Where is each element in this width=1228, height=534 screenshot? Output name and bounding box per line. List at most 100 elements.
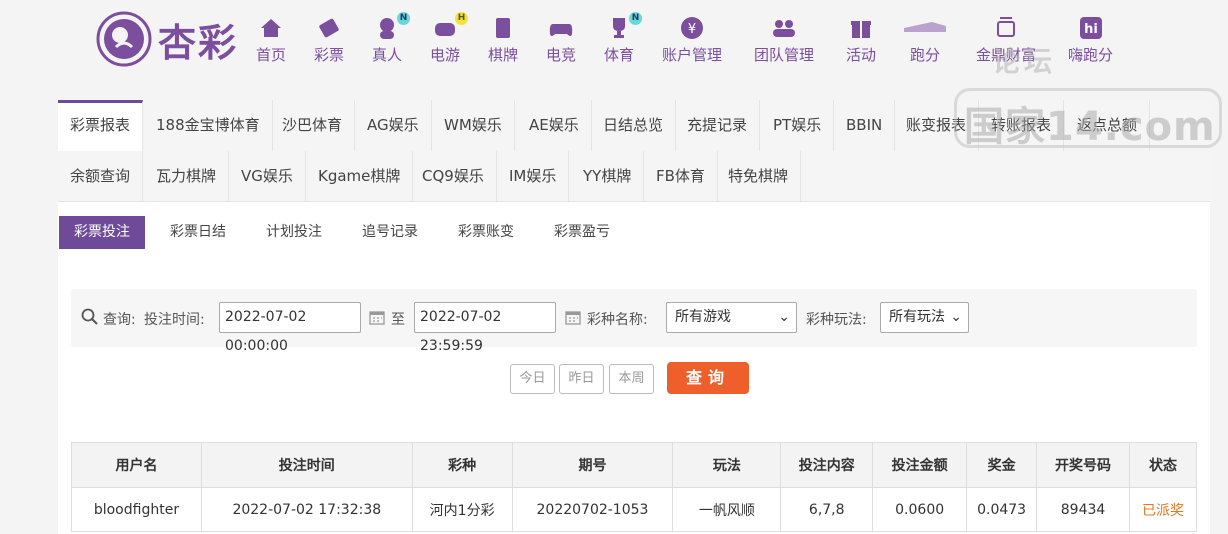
tab-im[interactable]: IM娱乐 — [497, 151, 570, 202]
play-type-label: 彩种玩法: — [806, 312, 867, 328]
nav-home[interactable]: 首页 — [256, 14, 286, 70]
nav-slots[interactable]: H 电游 — [430, 12, 468, 70]
cell-play: 一帆风顺 — [672, 487, 782, 532]
cell-bet-amount: 0.0600 — [872, 487, 968, 532]
table-header-row: 用户名 投注时间 彩种 期号 玩法 投注内容 投注金额 奖金 开奖号码 状态 — [71, 442, 1197, 488]
subtab-lottery-bets[interactable]: 彩票投注 — [59, 216, 145, 249]
col-bet-content: 投注内容 — [780, 442, 874, 488]
col-status: 状态 — [1129, 442, 1197, 488]
tab-188-sports[interactable]: 188金宝博体育 — [144, 100, 273, 151]
this-week-button[interactable]: 本周 — [609, 364, 654, 394]
cell-draw-number: 89434 — [1036, 487, 1130, 532]
new-badge: N — [629, 12, 642, 25]
tab-pt[interactable]: PT娱乐 — [761, 100, 835, 151]
nav-hipao[interactable]: hi 嗨跑分 — [1068, 14, 1113, 70]
tab-balance-query[interactable]: 余额查询 — [58, 151, 144, 202]
tab-daily-overview[interactable]: 日结总览 — [591, 100, 677, 151]
cell-status: 已派奖 — [1129, 487, 1197, 532]
cell-issue: 20220702-1053 — [511, 487, 674, 532]
svg-text:¥: ¥ — [688, 22, 696, 37]
cards-icon — [496, 18, 510, 38]
race-icon — [904, 22, 946, 32]
tab-bbin[interactable]: BBIN — [834, 100, 896, 151]
search-icon — [81, 308, 98, 325]
subtab-lottery-changes[interactable]: 彩票账变 — [458, 216, 514, 249]
tab-transfer-report[interactable]: 转账报表 — [979, 100, 1065, 151]
treasure-icon — [997, 17, 1015, 37]
controller-icon — [549, 24, 573, 36]
tab-rebate-total[interactable]: 返点总额 — [1065, 100, 1151, 151]
start-time-input[interactable]: 2022-07-02 00:00:00 — [219, 302, 361, 354]
brand-logo[interactable]: 杏彩 — [94, 8, 254, 70]
tab-lottery-report[interactable]: 彩票报表 — [58, 100, 144, 151]
today-button[interactable]: 今日 — [510, 364, 555, 394]
provider-tabs: 彩票报表 188金宝博体育 沙巴体育 AG娱乐 WM娱乐 AE娱乐 日结总览 充… — [58, 100, 1210, 202]
svg-text:hi: hi — [1084, 22, 1098, 37]
tab-kgame[interactable]: Kgame棋牌 — [306, 151, 414, 202]
game-select[interactable]: 所有游戏 ⌄ — [666, 302, 797, 333]
table-row[interactable]: bloodfighter 2022-07-02 17:32:38 河内1分彩 2… — [71, 487, 1197, 532]
hot-badge: H — [455, 12, 468, 25]
calendar-icon[interactable] — [369, 309, 385, 325]
tab-change-report[interactable]: 账变报表 — [894, 100, 980, 151]
ticket-icon — [319, 18, 339, 38]
end-time-input[interactable]: 2022-07-02 23:59:59 — [414, 302, 556, 354]
tab-wm[interactable]: WM娱乐 — [432, 100, 515, 151]
tab-saba-sports[interactable]: 沙巴体育 — [270, 100, 356, 151]
col-username: 用户名 — [71, 442, 202, 488]
tab-temian-cards[interactable]: 特免棋牌 — [716, 151, 802, 202]
gift-icon — [851, 21, 871, 38]
tab-cq9[interactable]: CQ9娱乐 — [410, 151, 497, 202]
nav-live[interactable]: N 真人 — [372, 12, 410, 70]
to-label: 至 — [391, 312, 405, 328]
cell-username: bloodfighter — [71, 487, 202, 532]
chevron-down-icon: ⌄ — [950, 309, 962, 325]
hi-icon: hi — [1079, 17, 1102, 39]
new-badge: N — [397, 12, 410, 25]
col-issue: 期号 — [511, 442, 674, 488]
col-draw-number: 开奖号码 — [1036, 442, 1130, 488]
top-navigation: 杏彩 首页 彩票 N 真人 H 电游 棋牌 电竞 N 体育 ¥ 账户管理 团队管… — [0, 0, 1228, 100]
query-bar: 查询: 投注时间: 2022-07-02 00:00:00 至 2022-07-… — [71, 289, 1197, 354]
nav-account[interactable]: ¥ 账户管理 — [662, 14, 722, 70]
yen-icon: ¥ — [681, 17, 703, 39]
home-icon — [261, 19, 281, 37]
calendar-icon[interactable] — [565, 309, 581, 325]
cell-bet-content: 6,7,8 — [780, 487, 874, 532]
nav-esports[interactable]: 电竞 — [546, 14, 576, 70]
col-game: 彩种 — [411, 442, 513, 488]
tab-deposit-withdraw[interactable]: 充提记录 — [675, 100, 761, 151]
tab-vg[interactable]: VG娱乐 — [229, 151, 306, 202]
subtab-lottery-daily[interactable]: 彩票日结 — [170, 216, 226, 249]
dealer-icon: N — [373, 12, 410, 42]
subtab-plan-bets[interactable]: 计划投注 — [266, 216, 322, 249]
tab-ae[interactable]: AE娱乐 — [517, 100, 592, 151]
tab-yy-cards[interactable]: YY棋牌 — [571, 151, 645, 202]
brand-name: 杏彩 — [158, 19, 239, 65]
nav-team[interactable]: 团队管理 — [754, 14, 814, 70]
subtab-chase-records[interactable]: 追号记录 — [362, 216, 418, 249]
query-button[interactable]: 查询 — [667, 362, 749, 394]
nav-activity[interactable]: 活动 — [846, 14, 876, 70]
cell-game: 河内1分彩 — [411, 487, 513, 532]
col-bet-amount: 投注金额 — [872, 442, 968, 488]
tab-wali-cards[interactable]: 瓦力棋牌 — [144, 151, 230, 202]
nav-treasure[interactable]: 金鼎财富 — [976, 14, 1036, 70]
tab-fb-sports[interactable]: FB体育 — [644, 151, 718, 202]
play-select[interactable]: 所有玩法 ⌄ — [880, 302, 969, 333]
nav-score[interactable]: 跑分 — [902, 14, 948, 70]
tab-ag[interactable]: AG娱乐 — [355, 100, 432, 151]
nav-lottery[interactable]: 彩票 — [314, 14, 344, 70]
col-play: 玩法 — [672, 442, 782, 488]
col-bonus: 奖金 — [966, 442, 1038, 488]
report-panel: 彩票报表 188金宝博体育 沙巴体育 AG娱乐 WM娱乐 AE娱乐 日结总览 充… — [58, 100, 1210, 534]
col-bet-time: 投注时间 — [200, 442, 413, 488]
trophy-icon: N — [605, 12, 642, 42]
subtab-lottery-profit[interactable]: 彩票盈亏 — [554, 216, 610, 249]
logo-emblem-icon — [96, 11, 152, 67]
yesterday-button[interactable]: 昨日 — [559, 364, 604, 394]
nav-sports[interactable]: N 体育 — [604, 12, 642, 70]
bet-time-label: 投注时间: — [144, 312, 205, 328]
nav-cards[interactable]: 棋牌 — [488, 14, 518, 70]
game-name-label: 彩种名称: — [587, 312, 648, 328]
